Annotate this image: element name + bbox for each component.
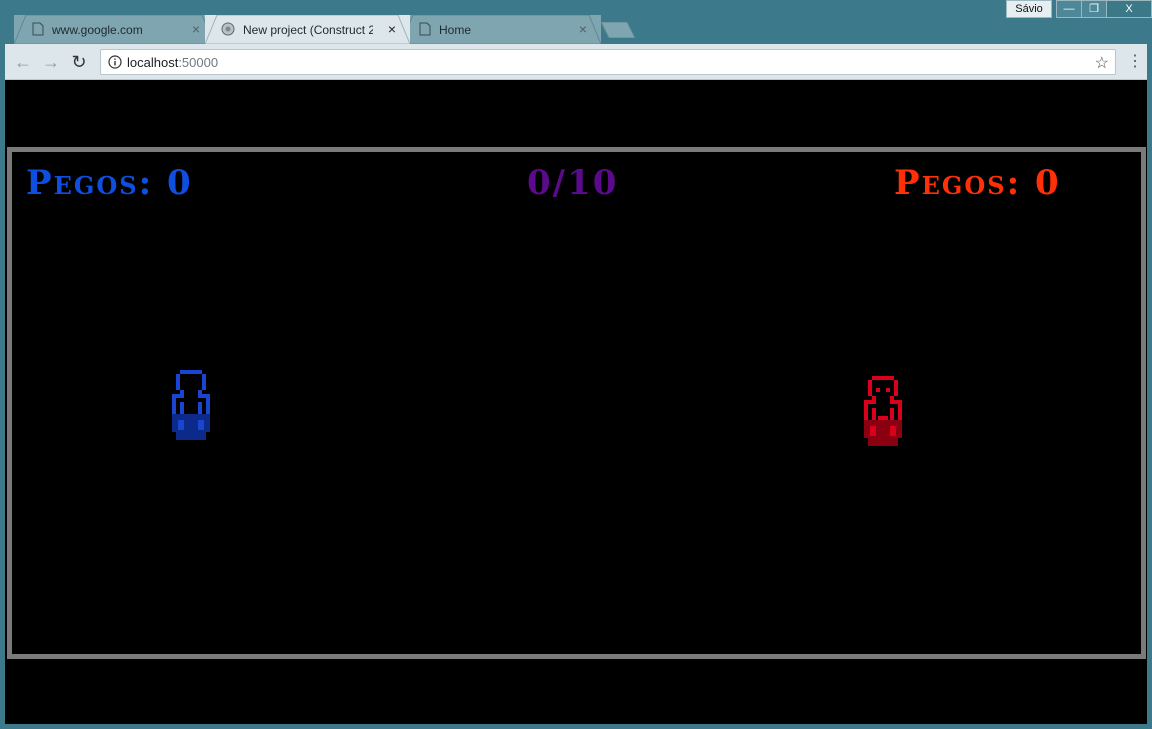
- right-score: Pegos: 0: [894, 163, 1061, 203]
- browser-toolbar: ← → ↻ localhost:50000 ☆ ⋮: [5, 44, 1147, 80]
- bookmark-star-icon[interactable]: ☆: [1095, 53, 1109, 73]
- url-host: localhost: [127, 55, 179, 70]
- blue-player-sprite: [172, 370, 210, 440]
- menu-icon[interactable]: ⋮: [1127, 52, 1143, 72]
- minimize-icon: —: [1063, 3, 1075, 15]
- forward-icon[interactable]: →: [42, 53, 60, 71]
- minimize-button[interactable]: —: [1056, 0, 1082, 18]
- tab-new-project[interactable]: New project (Construct 2 ×: [205, 15, 410, 44]
- info-icon[interactable]: [108, 55, 122, 69]
- red-player-sprite: [864, 376, 902, 446]
- maximize-button[interactable]: ❐: [1081, 0, 1107, 18]
- tab-google[interactable]: www.google.com ×: [14, 15, 214, 44]
- back-icon[interactable]: ←: [14, 53, 32, 71]
- tab-close-icon[interactable]: ×: [388, 21, 396, 37]
- tab-label: www.google.com: [52, 23, 143, 37]
- tab-close-icon[interactable]: ×: [192, 21, 200, 37]
- tab-home[interactable]: Home ×: [401, 15, 601, 44]
- tab-close-icon[interactable]: ×: [579, 21, 587, 37]
- address-bar[interactable]: localhost:50000 ☆: [100, 49, 1116, 75]
- title-bar: www.google.com × New project (Construct …: [0, 0, 1152, 44]
- close-icon: X: [1125, 3, 1133, 15]
- construct-favicon-icon: [221, 22, 235, 36]
- tab-label: New project (Construct 2: [243, 23, 373, 37]
- new-tab-button[interactable]: [601, 22, 635, 38]
- reload-icon[interactable]: ↻: [70, 53, 88, 71]
- round-counter: 0/10: [527, 163, 619, 203]
- page-icon: [32, 22, 44, 36]
- url-text[interactable]: localhost:50000: [127, 55, 218, 70]
- browser-window: www.google.com × New project (Construct …: [0, 0, 1152, 729]
- close-window-button[interactable]: X: [1106, 0, 1152, 18]
- profile-button[interactable]: Sávio: [1006, 0, 1052, 18]
- page-icon: [419, 22, 431, 36]
- game-arena: Pegos: 0 0/10 Pegos: 0: [7, 147, 1146, 659]
- maximize-icon: ❐: [1089, 3, 1099, 15]
- tab-label: Home: [439, 23, 472, 37]
- url-port: :50000: [178, 55, 219, 70]
- left-score: Pegos: 0: [26, 163, 193, 203]
